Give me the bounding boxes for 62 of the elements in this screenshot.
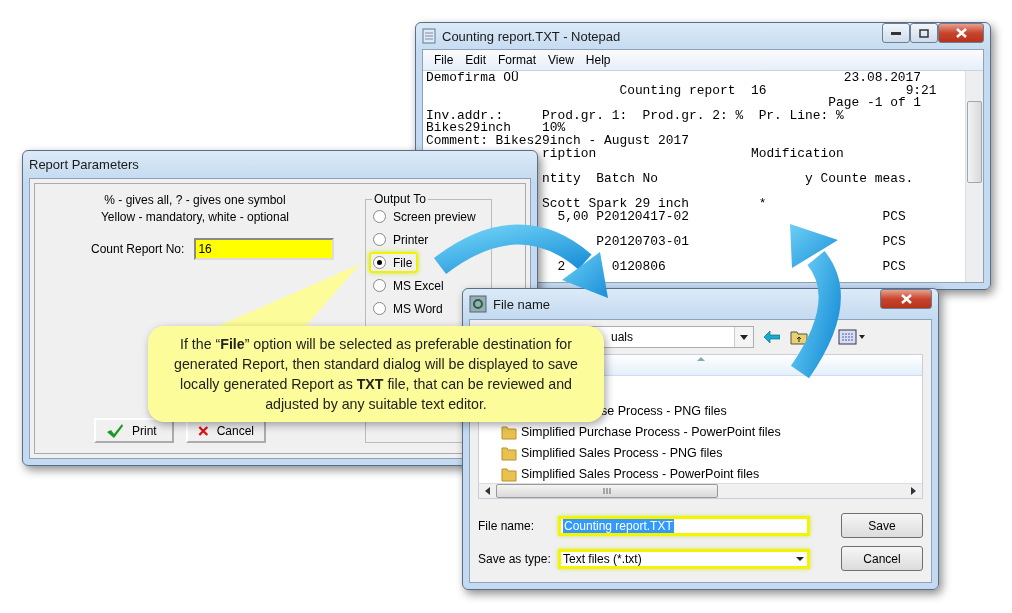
maximize-button[interactable] [910,23,938,43]
radio-button[interactable] [373,302,386,315]
close-icon [955,28,967,38]
option-label[interactable]: MS Word [393,301,443,316]
option-label[interactable]: Printer [393,232,429,247]
window-title: Counting report.TXT - Notepad [442,28,621,44]
back-arrow-icon[interactable] [764,331,780,343]
group-label: Output To [373,192,427,206]
checkmark-icon [106,422,124,439]
field-label: Count Report No: [91,242,185,256]
field-label: Save as type: [478,551,552,566]
close-button[interactable] [880,289,932,309]
input-field[interactable]: 16 [194,238,335,260]
close-button[interactable] [938,23,984,43]
radio-button[interactable] [373,210,386,223]
field-label: File name: [478,518,536,533]
scroll-right-icon[interactable] [911,487,916,495]
option-label[interactable]: File [393,255,413,270]
scroll-left-icon[interactable] [485,487,490,495]
location-text: uals [611,330,633,344]
menu-item[interactable]: File [429,52,459,68]
option-label[interactable]: MS Excel [393,278,444,293]
minimize-icon [891,31,901,35]
close-icon [900,294,912,304]
folder-name[interactable]: Simplified Sales Process - PNG files [521,446,723,460]
grip-icon [602,488,612,494]
folder-name[interactable]: Simplified Sales Process - PowerPoint files [521,467,760,481]
caret-icon [740,334,748,340]
horizontal-scrollbar[interactable] [479,483,922,498]
text-line: Demofirma OÜ 23.08.2017 [426,71,922,85]
minimize-button[interactable] [882,23,910,43]
folder-icon [501,445,517,461]
hint-text: Yellow - mandatory, white - optional [100,209,290,226]
menu-item[interactable]: Edit [460,52,492,68]
notepad-icon [422,28,436,44]
text-line: 5,00 P20120417-02 PCS [557,208,906,224]
maximize-icon [919,28,929,38]
menu-item[interactable]: View [543,52,579,68]
text-line: P20120703-01 PCS [596,233,906,249]
folder-up-icon[interactable] [790,329,808,345]
radio-button[interactable] [373,279,386,292]
text-line: ntity Batch No y Counte meas. [542,170,914,186]
sort-caret-icon[interactable] [696,357,705,361]
vertical-scrollbar[interactable] [965,71,983,282]
folder-name[interactable]: Simplified Purchase Process - PowerPoint files [521,425,781,439]
file-type-dropdown[interactable]: Text files (*.txt) [558,548,810,569]
cancel-button[interactable]: Cancel [841,546,923,571]
hint-text: % - gives all, ? - gives one symbol [104,192,286,209]
radio-button[interactable] [373,233,386,246]
view-menu-icon[interactable] [838,329,866,345]
text-line: Scott Spark 29 inch * [542,195,767,211]
menu-item[interactable]: Format [493,52,542,68]
print-button[interactable]: Print [94,418,174,443]
window-title: File name [493,296,551,312]
text-line: Counting report 16 9:21 [619,82,937,98]
folder-icon [501,424,517,440]
text-line: 2 0120806 PCS [557,258,906,274]
radio-button[interactable] [373,256,386,269]
window-title: Report Parameters [29,157,139,172]
option-label[interactable]: Screen preview [393,209,476,224]
save-button[interactable]: Save [841,513,923,538]
menu-item[interactable]: Help [580,52,616,68]
